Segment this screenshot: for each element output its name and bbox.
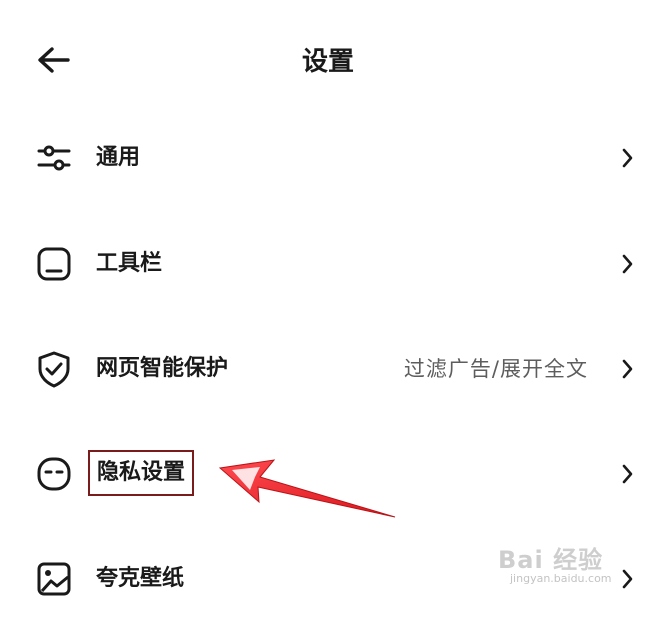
chevron-right-icon bbox=[618, 248, 638, 280]
incognito-face-icon bbox=[34, 454, 74, 494]
settings-row-label: 通用 bbox=[96, 145, 141, 170]
wallpaper-image-icon bbox=[34, 559, 74, 599]
watermark: Bai 经验 jingyan.baidu.com bbox=[498, 540, 648, 590]
settings-row-label: 隐私设置 bbox=[88, 450, 195, 496]
settings-row-label: 网页智能保护 bbox=[96, 356, 229, 381]
settings-row-value: 过滤广告/展开全文 bbox=[403, 357, 588, 381]
annotation-arrow-icon bbox=[218, 459, 396, 518]
chevron-right-icon bbox=[618, 142, 638, 174]
page-title: 设置 bbox=[301, 47, 354, 77]
sliders-icon bbox=[34, 138, 74, 178]
settings-row-label: 夸克壁纸 bbox=[96, 566, 185, 591]
chevron-right-icon bbox=[618, 353, 638, 385]
watermark-url: jingyan.baidu.com bbox=[510, 572, 612, 585]
toolbar-icon bbox=[34, 244, 74, 284]
chevron-right-icon bbox=[618, 458, 638, 490]
settings-row-label: 工具栏 bbox=[96, 251, 163, 276]
header-bar: 设置 bbox=[0, 0, 656, 120]
settings-row-general[interactable]: 通用 bbox=[0, 118, 656, 198]
shield-check-icon bbox=[34, 349, 74, 389]
settings-row-web-protection[interactable]: 网页智能保护 过滤广告/展开全文 bbox=[0, 329, 656, 409]
settings-row-toolbar[interactable]: 工具栏 bbox=[0, 224, 656, 304]
baidu-jingyan-logo: Bai 经验 bbox=[498, 546, 604, 574]
